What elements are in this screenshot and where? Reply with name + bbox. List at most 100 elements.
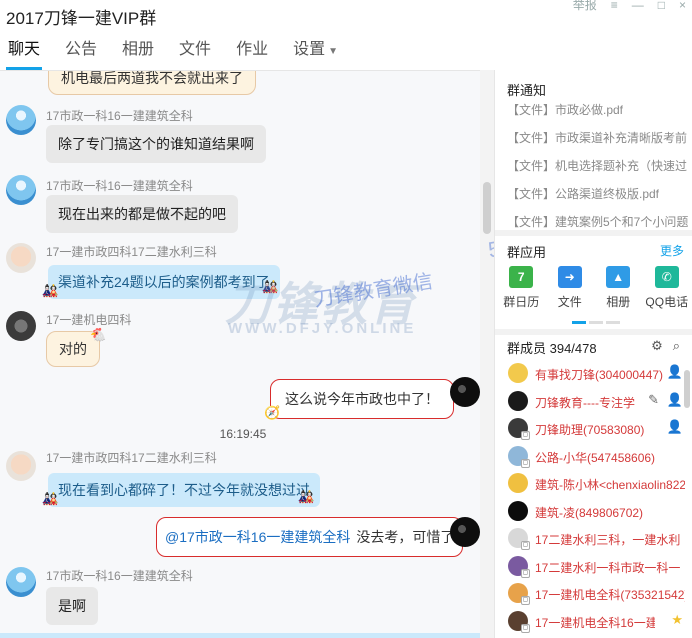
chat-panel[interactable]: 机电最后两道我不会就出来了 17市政一科16一建建筑全科 除了专门搞这个的谁知道…	[0, 70, 480, 638]
bubble-decoration-icon: 🧭	[264, 405, 281, 420]
chat-message: 机电最后两道我不会就出来了	[0, 71, 480, 95]
title-bar: 2017刀锋一建VIP群 举报 ≡ — □ ×	[0, 0, 692, 30]
message-bubble[interactable]: 是啊	[46, 587, 98, 625]
member-manage-icon[interactable]: ⚙	[651, 338, 663, 354]
minimize-icon[interactable]: —	[632, 0, 644, 14]
message-bubble[interactable]: @17市政一科16一建建筑全科 没去考，可惜了	[156, 517, 464, 557]
sender-name[interactable]: 17一建市政四科17二建水利三科	[46, 243, 217, 260]
maximize-icon[interactable]: □	[658, 0, 665, 14]
chevron-down-icon: ▼	[328, 46, 338, 57]
member-row[interactable]: 有事找刀锋(304000447) 👤	[495, 360, 692, 388]
mention-link[interactable]: @17市政一科16一建建筑全科	[165, 529, 350, 545]
section-divider	[495, 230, 692, 236]
admin-icon: 👤	[666, 391, 683, 407]
avatar[interactable]	[450, 517, 480, 547]
sender-name[interactable]: 17市政一科16一建建筑全科	[46, 177, 193, 194]
notice-item[interactable]: 【文件】公路渠道终极版.pdf	[507, 186, 691, 214]
phone-icon: ✆	[654, 266, 679, 288]
close-icon[interactable]: ×	[679, 0, 686, 14]
member-list-scrollbar[interactable]	[684, 370, 690, 408]
app-label: 相册	[606, 295, 631, 309]
message-bubble[interactable]: 除了专门搞这个的谁知道结果啊	[46, 125, 266, 163]
message-bubble[interactable]: 这么说今年市政也中了！	[270, 379, 454, 419]
app-calendar[interactable]: 7 群日历	[497, 266, 545, 310]
photo-icon: ▲	[606, 266, 631, 288]
tab-settings[interactable]: 设置 ▼	[285, 36, 346, 70]
chat-scrollbar-thumb[interactable]	[483, 182, 491, 234]
report-button[interactable]: 举报	[573, 0, 597, 14]
device-badge-icon: ▢	[521, 596, 530, 605]
sender-name[interactable]: 17市政一科16一建建筑全科	[46, 567, 193, 584]
member-row[interactable]: ▢ 刀锋助理(70583080) 👤	[495, 415, 692, 443]
avatar[interactable]	[6, 567, 36, 597]
notice-item[interactable]: 【文件】建筑案例5个和7个小问题	[507, 214, 691, 242]
tab-announcement-label: 公告	[65, 41, 98, 58]
app-files[interactable]: ➜ 文件	[546, 266, 594, 310]
member-name: 刀锋助理(70583080)	[535, 423, 645, 437]
member-row[interactable]: ▢ 17二建水利三科，一建水利	[495, 525, 692, 553]
member-row[interactable]: ▢ 17二建水利一科市政一科一	[495, 553, 692, 581]
device-badge-icon: ▢	[521, 568, 530, 578]
message-bubble[interactable]: 机电最后两道我不会就出来了	[48, 71, 256, 95]
avatar[interactable]	[6, 175, 36, 205]
member-row[interactable]: 建筑-凌(849806702)	[495, 498, 692, 526]
tab-homework-label: 作业	[236, 41, 269, 58]
tab-homework[interactable]: 作业	[228, 36, 276, 70]
file-share-icon: ➜	[557, 266, 582, 288]
bubble-decoration-icon: 🎎	[42, 491, 59, 506]
members-title: 群成员 394/478	[507, 341, 597, 356]
chat-scrollbar[interactable]	[480, 70, 494, 638]
app-label: 文件	[557, 295, 582, 309]
member-name: 公路-小华(547458606)	[535, 450, 656, 465]
tab-album-label: 相册	[122, 41, 155, 58]
chat-message-self: @17市政一科16一建建筑全科 没去考，可惜了	[0, 515, 480, 561]
member-name: 17一建机电全科16一建	[535, 615, 655, 630]
menu-icon[interactable]: ≡	[611, 0, 618, 14]
sender-name[interactable]: 17一建市政四科17二建水利三科	[46, 449, 217, 466]
member-row[interactable]: ▢ 公路-小华(547458606)	[495, 443, 692, 471]
tab-chat[interactable]: 聊天	[0, 36, 48, 70]
message-bubble[interactable]: 现在出来的都是做不起的吧	[46, 195, 238, 233]
edit-icon[interactable]: ✎	[648, 392, 659, 408]
app-qq-call[interactable]: ✆ QQ电话	[643, 266, 691, 310]
avatar[interactable]	[6, 243, 36, 273]
app-pager[interactable]	[572, 321, 620, 324]
sender-name[interactable]: 17一建机电四科	[46, 311, 131, 328]
device-badge-icon: ▢	[521, 541, 530, 550]
tab-announcement[interactable]: 公告	[57, 36, 105, 70]
notice-item[interactable]: 【文件】机电选择题补充（快速过	[507, 158, 691, 186]
chat-message: 17市政一科16一建建筑全科 现在出来的都是做不起的吧	[0, 173, 480, 239]
notice-title: 群通知	[507, 83, 547, 98]
avatar[interactable]	[450, 377, 480, 407]
chat-message: 17市政一科16一建建筑全科 除了专门搞这个的谁知道结果啊	[0, 103, 480, 169]
message-text: 没去考，可惜了	[356, 529, 455, 545]
sender-name[interactable]: 17市政一科16一建建筑全科	[46, 107, 193, 124]
message-bubble[interactable]: 现在看到心都碎了！不过今年就没想过过	[48, 473, 320, 507]
avatar[interactable]	[6, 105, 36, 135]
notice-item[interactable]: 【文件】市政必做.pdf	[507, 102, 691, 130]
app-label: QQ电话	[645, 295, 689, 309]
member-row[interactable]: ▢ 17一建机电全科16一建 ★	[495, 608, 692, 636]
notice-item[interactable]: 【文件】市政渠道补充清晰版考前	[507, 130, 691, 158]
tab-files[interactable]: 文件	[171, 36, 219, 70]
avatar[interactable]	[6, 311, 36, 341]
tab-bar: 聊天 公告 相册 文件 作业 设置 ▼	[0, 36, 355, 70]
chat-message: 17市政一科16一建建筑全科 是啊	[0, 565, 480, 631]
member-row[interactable]: 建筑-陈小林<chenxiaolin8220	[495, 470, 692, 498]
window-title: 2017刀锋一建VIP群	[6, 9, 157, 28]
avatar[interactable]	[6, 451, 36, 481]
app-album[interactable]: ▲ 相册	[594, 266, 642, 310]
member-name: 17一建机电全科(735321542)	[535, 588, 685, 602]
tab-album[interactable]: 相册	[114, 36, 162, 70]
avatar	[508, 500, 528, 521]
avatar	[508, 390, 528, 411]
member-row[interactable]: ▢ 17一建机电全科(735321542)	[495, 580, 692, 608]
window-controls: 举报 ≡ — □ ×	[573, 0, 686, 14]
watermark-url: WWW.DFJY.ONLINE	[228, 320, 417, 337]
avatar	[508, 473, 528, 493]
apps-more-link[interactable]: 更多	[660, 242, 684, 259]
bubble-decoration-icon: 🎎	[42, 283, 59, 298]
member-row[interactable]: 刀锋教育----专注学 ✎ 👤	[495, 388, 692, 416]
notice-list: 【文件】市政必做.pdf 【文件】市政渠道补充清晰版考前 【文件】机电选择题补充…	[507, 102, 691, 242]
search-icon[interactable]: ⌕	[673, 338, 680, 354]
